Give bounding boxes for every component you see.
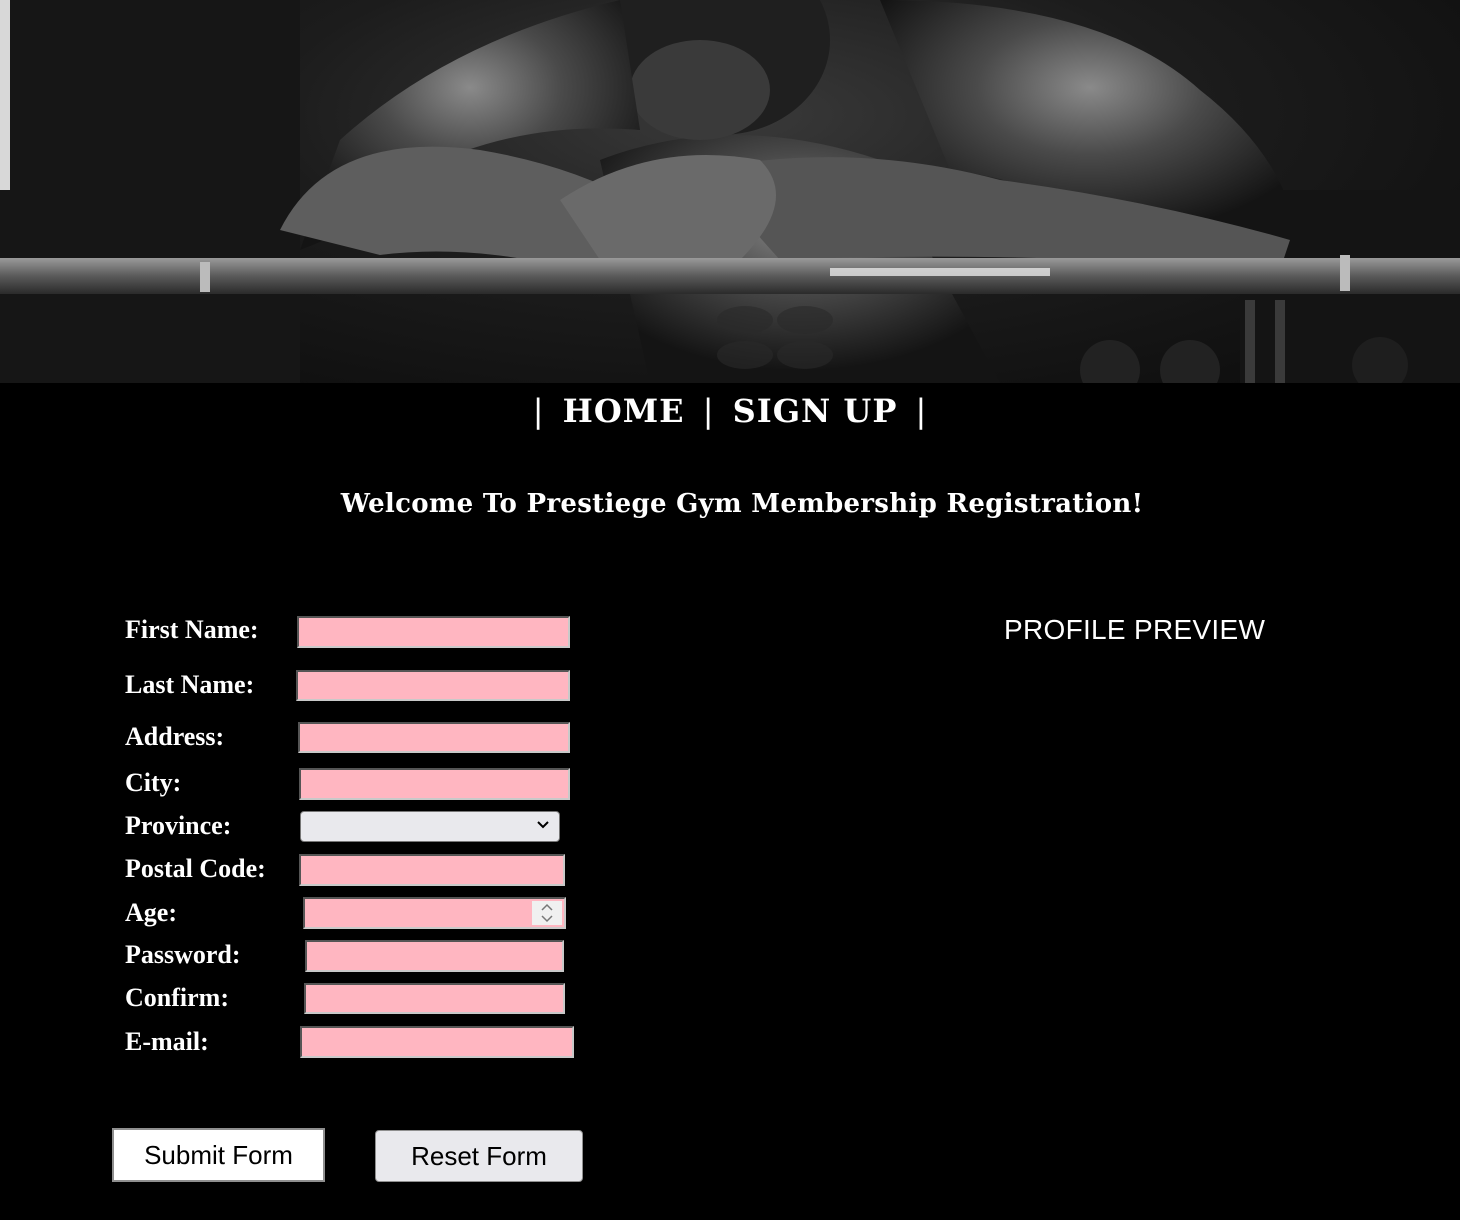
- last-name-field[interactable]: [296, 670, 570, 701]
- confirm-password-field[interactable]: [304, 983, 565, 1014]
- city-label: City:: [125, 768, 182, 797]
- chevron-down-icon: [537, 821, 549, 829]
- age-spinner[interactable]: [532, 901, 562, 925]
- password-field[interactable]: [305, 940, 564, 972]
- first-name-field[interactable]: [297, 616, 570, 648]
- address-label: Address:: [125, 722, 225, 751]
- postal-code-label: Postal Code:: [125, 854, 266, 883]
- email-field[interactable]: [300, 1026, 574, 1058]
- age-field[interactable]: [303, 897, 566, 929]
- address-field[interactable]: [298, 722, 570, 753]
- email-label: E-mail:: [125, 1027, 209, 1056]
- province-select[interactable]: [300, 811, 560, 842]
- hero-banner-image: [0, 0, 1460, 383]
- submit-form-button[interactable]: Submit Form: [112, 1128, 325, 1182]
- profile-preview-title: PROFILE PREVIEW: [1004, 614, 1266, 645]
- spinner-arrows-icon: [541, 903, 553, 923]
- reset-form-button[interactable]: Reset Form: [375, 1130, 583, 1182]
- nav-separator: |: [915, 392, 928, 430]
- nav-separator: |: [532, 392, 545, 430]
- page-title: Welcome To Prestiege Gym Membership Regi…: [340, 489, 1144, 519]
- first-name-label: First Name:: [125, 615, 259, 644]
- province-label: Province:: [125, 811, 232, 840]
- nav-signup-link[interactable]: SIGN UP: [733, 392, 898, 430]
- confirm-label: Confirm:: [125, 983, 229, 1012]
- last-name-label: Last Name:: [125, 670, 255, 699]
- main-nav: | HOME | SIGN UP |: [0, 392, 1460, 430]
- age-label: Age:: [125, 898, 177, 927]
- hero-illustration: [0, 0, 1460, 383]
- nav-home-link[interactable]: HOME: [563, 392, 685, 430]
- password-label: Password:: [125, 940, 241, 969]
- city-field[interactable]: [299, 768, 570, 800]
- postal-code-field[interactable]: [299, 854, 565, 886]
- nav-separator: |: [702, 392, 715, 430]
